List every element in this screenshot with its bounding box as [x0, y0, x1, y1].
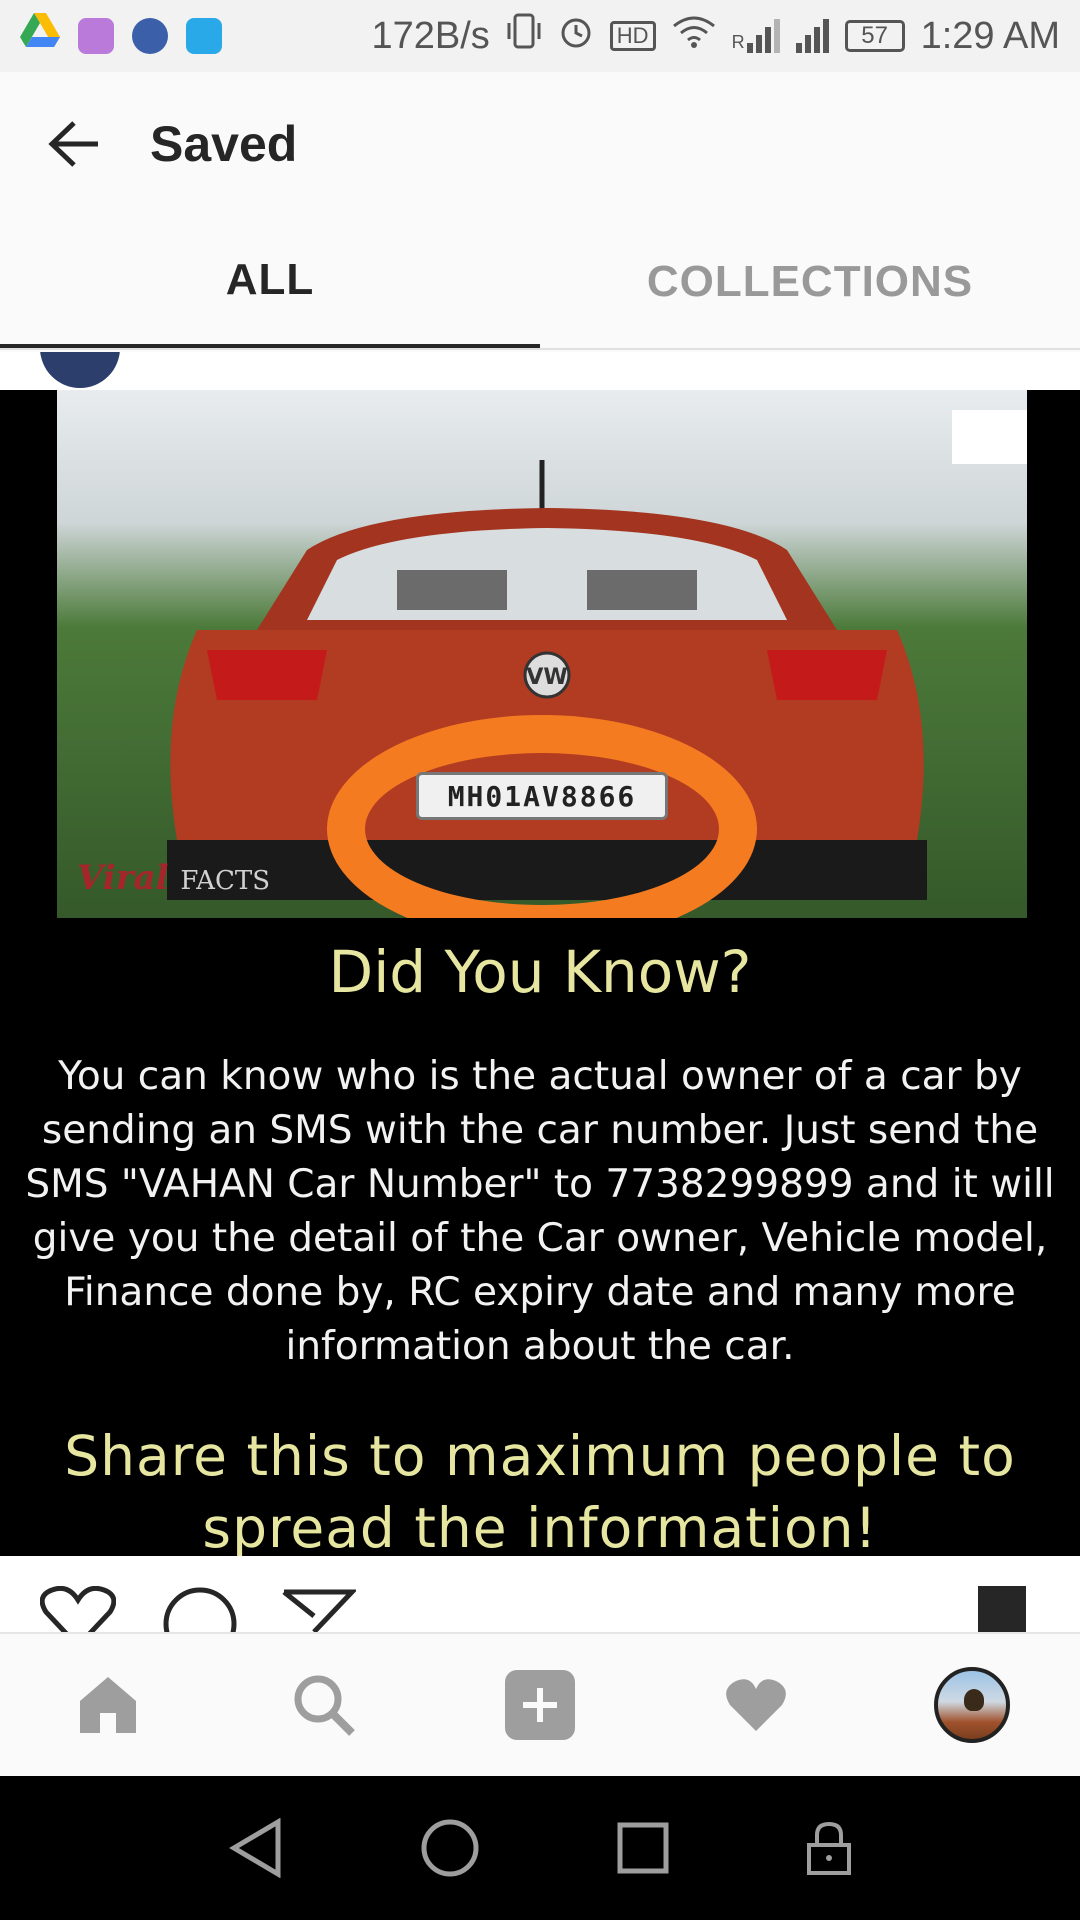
- google-drive-icon: [20, 13, 60, 59]
- signal-icon-sim1: R: [732, 19, 780, 53]
- svg-text:VW: VW: [526, 665, 567, 690]
- like-heart-icon[interactable]: [40, 1586, 116, 1632]
- network-speed: 172B/s: [371, 14, 490, 57]
- alexa-app-icon: [186, 18, 222, 54]
- add-post-icon: [505, 1670, 575, 1740]
- nav-add-post[interactable]: [480, 1645, 600, 1765]
- comment-icon[interactable]: [162, 1586, 238, 1632]
- notification-icons: [20, 13, 222, 59]
- license-plate: MH01AV8866: [416, 772, 668, 820]
- post-heading: Did You Know?: [328, 938, 752, 1006]
- back-arrow-icon: [48, 121, 98, 167]
- app-bar: Saved: [0, 72, 1080, 216]
- alarm-icon: [558, 12, 594, 60]
- nav-activity[interactable]: [696, 1645, 816, 1765]
- home-circle-icon[interactable]: [420, 1818, 480, 1878]
- share-send-icon[interactable]: [280, 1586, 356, 1632]
- back-triangle-icon[interactable]: [228, 1818, 284, 1878]
- battery-icon: 57: [844, 20, 905, 52]
- share-callout: Share this to maximum people to spread t…: [0, 1420, 1080, 1556]
- lock-icon[interactable]: [806, 1821, 852, 1875]
- car-photo: VW MH01AV8866 Viral FACTS: [57, 390, 1027, 918]
- signal-icon-sim2: [795, 19, 829, 53]
- image-watermark: Viral FACTS: [77, 858, 270, 898]
- hd-icon: HD: [609, 21, 656, 51]
- saved-post-image[interactable]: VW MH01AV8866 Viral FACTS Did You Know? …: [0, 390, 1080, 1556]
- nav-search[interactable]: [264, 1645, 384, 1765]
- save-bookmark-icon[interactable]: [978, 1586, 1026, 1632]
- tab-all[interactable]: ALL: [0, 216, 540, 348]
- status-bar: 172B/s HD R 57 1:29 AM: [0, 0, 1080, 72]
- tab-collections[interactable]: COLLECTIONS: [540, 216, 1080, 348]
- home-icon: [80, 1677, 136, 1733]
- share-line-2: spread the information!: [202, 1496, 878, 1556]
- saved-tabs: ALL COLLECTIONS: [0, 216, 1080, 350]
- clock: 1:29 AM: [920, 14, 1060, 57]
- share-line-1: Share this to maximum people to: [64, 1424, 1016, 1488]
- gallery-app-icon: [78, 18, 114, 54]
- image-corner-patch: [952, 410, 1027, 464]
- post-actions-bar: [0, 1556, 1080, 1632]
- tv-app-icon: [132, 18, 168, 54]
- bottom-navigation: [0, 1632, 1080, 1776]
- recents-square-icon[interactable]: [616, 1821, 670, 1875]
- watermark-facts: FACTS: [180, 866, 271, 896]
- page-title: Saved: [150, 116, 298, 172]
- post-author-avatar[interactable]: [40, 352, 120, 388]
- back-button[interactable]: [0, 72, 150, 216]
- search-icon: [294, 1675, 355, 1736]
- wifi-icon: [672, 14, 716, 58]
- nav-home[interactable]: [48, 1645, 168, 1765]
- vibrate-icon: [506, 11, 542, 61]
- watermark-script: Viral: [77, 858, 169, 898]
- activity-heart-icon: [726, 1679, 786, 1731]
- profile-avatar: [934, 1667, 1010, 1743]
- post-body-text: You can know who is the actual owner of …: [25, 1054, 1055, 1369]
- system-navigation-bar: [0, 1776, 1080, 1920]
- saved-feed: VW MH01AV8866 Viral FACTS Did You Know? …: [0, 352, 1080, 1632]
- nav-profile[interactable]: [912, 1645, 1032, 1765]
